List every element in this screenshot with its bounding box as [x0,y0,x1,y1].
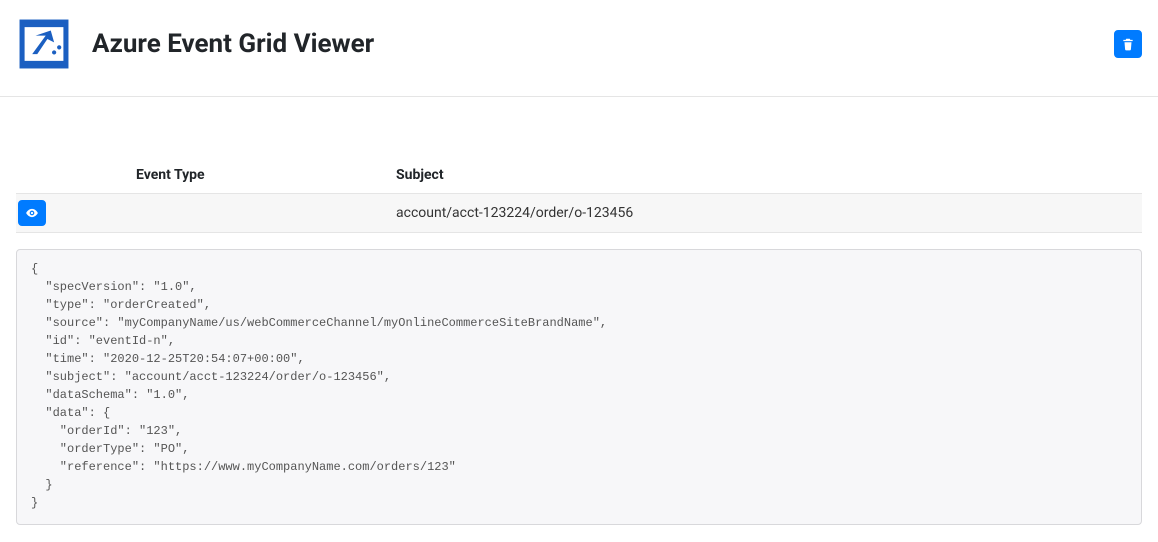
row-subject: account/acct-123224/order/o-123456 [396,205,1142,221]
header-left: Azure Event Grid Viewer [16,16,374,72]
event-grid-icon [17,17,71,71]
row-view-cell [16,200,56,226]
event-detail-panel: { "specVersion": "1.0", "type": "orderCr… [16,249,1142,525]
page-header: Azure Event Grid Viewer [0,0,1158,97]
col-header-event-type: Event Type [56,167,396,183]
app-logo [16,16,72,72]
header-actions [1114,30,1142,58]
table-header-row: Event Type Subject [16,157,1142,194]
col-header-subject: Subject [396,167,1142,183]
col-header-view [16,167,56,183]
clear-events-button[interactable] [1114,30,1142,58]
table-row: account/acct-123224/order/o-123456 [16,194,1142,233]
eye-icon [24,206,40,220]
event-json-content: { "specVersion": "1.0", "type": "orderCr… [31,260,1127,512]
trash-icon [1121,37,1135,51]
view-event-button[interactable] [18,200,46,226]
events-table: Event Type Subject account/acct-123224/o… [0,157,1158,233]
page-title: Azure Event Grid Viewer [92,29,374,59]
